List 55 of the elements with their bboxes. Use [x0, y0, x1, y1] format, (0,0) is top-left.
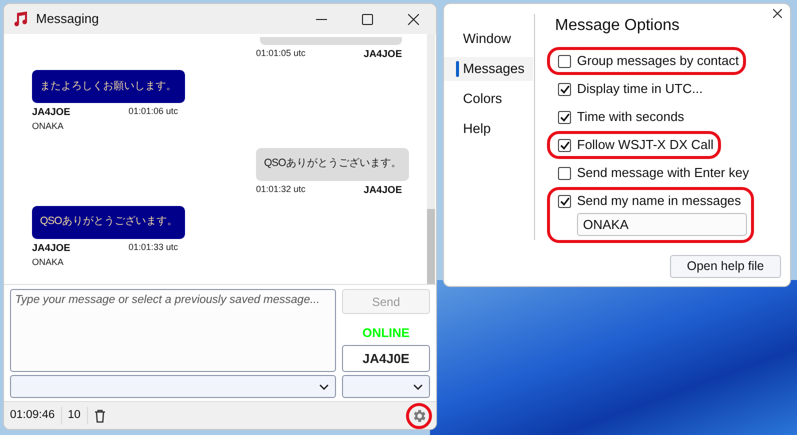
message-bubble: QSOありがとうございます。 — [256, 148, 410, 180]
sender-callsign: JA4JOE — [32, 242, 70, 256]
checkbox[interactable] — [558, 110, 571, 124]
message-input[interactable]: Type your message or select a previously saved message... — [10, 289, 336, 372]
name-input[interactable]: ONAKA — [577, 213, 747, 236]
window-title: Messaging — [36, 10, 99, 28]
section-title: Message Options — [555, 16, 681, 36]
message-time: 01:01:33 utc — [128, 240, 178, 254]
checkmark-icon — [560, 196, 570, 206]
maximize-icon — [362, 14, 372, 24]
callsign-field[interactable]: JA4J0E — [342, 345, 430, 372]
scrollbar[interactable] — [427, 34, 435, 284]
saved-message-dropdown[interactable] — [10, 375, 336, 398]
checkbox-option[interactable]: Time with seconds — [558, 108, 684, 126]
checkbox-option[interactable]: Send message with Enter key — [558, 164, 749, 182]
sender-callsign: JA4JOE — [364, 48, 402, 62]
open-help-file-button[interactable]: Open help file — [670, 255, 781, 278]
message-time: 01:01:05 utc — [256, 47, 306, 60]
clock-time: 01:09:46 — [10, 406, 62, 424]
checkbox-option[interactable]: Group messages by contact — [558, 52, 739, 70]
message-count: 10 — [62, 406, 88, 424]
message-time: 01:01:32 utc — [256, 182, 306, 196]
checkbox[interactable] — [558, 54, 571, 68]
message-bubble: QSOありがとうございます。 — [32, 206, 186, 238]
checkbox-option[interactable]: Follow WSJT-X DX Call — [558, 136, 714, 154]
scrollbar-thumb[interactable] — [427, 209, 435, 284]
checkbox[interactable] — [558, 138, 571, 152]
close-icon — [408, 14, 418, 24]
selection-indicator — [456, 61, 459, 77]
nav-item[interactable]: Help — [444, 117, 533, 141]
nav-item[interactable]: Window — [444, 27, 533, 51]
checkbox[interactable] — [558, 82, 571, 96]
message-bubble: またよろしくお願いします。 — [32, 70, 184, 103]
checkbox-option[interactable]: Display time in UTC... — [558, 80, 703, 98]
trash-icon[interactable] — [94, 408, 106, 422]
chevron-down-icon — [413, 384, 423, 390]
checkmark-icon — [560, 140, 570, 150]
music-note-icon — [12, 11, 28, 27]
sender-callsign: JA4JOE — [32, 106, 70, 120]
sender-name: ONAKA — [32, 256, 65, 268]
settings-icon[interactable] — [411, 408, 427, 424]
checkbox[interactable] — [558, 194, 571, 208]
checkbox[interactable] — [558, 166, 571, 180]
sender-name: ONAKA — [32, 120, 65, 133]
message-time: 01:01:06 utc — [128, 105, 178, 118]
callsign-dropdown[interactable] — [342, 375, 430, 398]
checkmark-icon — [560, 112, 570, 122]
sender-callsign: JA4JOE — [364, 184, 402, 198]
checkbox-option[interactable]: Send my name in messages — [558, 192, 742, 210]
chevron-down-icon — [319, 384, 329, 390]
nav-item[interactable]: Messages — [444, 57, 533, 81]
online-status: ONLINE — [361, 325, 411, 342]
checkmark-icon — [560, 84, 570, 94]
nav-item[interactable]: Colors — [444, 87, 533, 111]
close-icon[interactable] — [773, 9, 782, 18]
